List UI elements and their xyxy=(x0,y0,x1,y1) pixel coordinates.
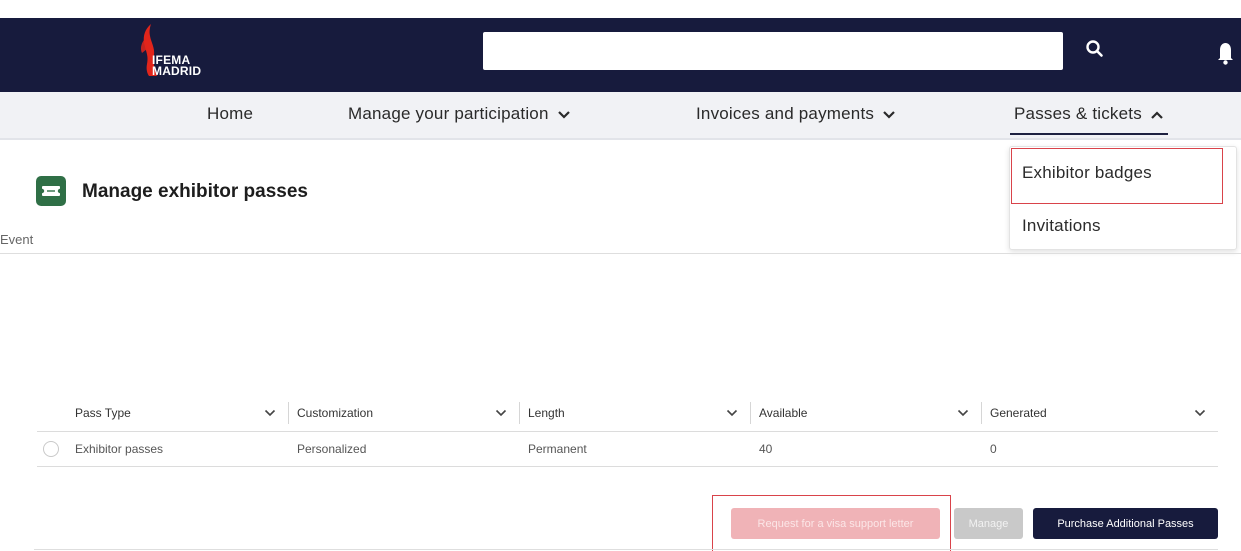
column-header-label: Generated xyxy=(990,406,1047,420)
visa-support-letter-button[interactable]: Request for a visa support letter xyxy=(731,508,940,539)
chevron-down-icon xyxy=(495,409,507,417)
column-header-label: Customization xyxy=(297,406,374,420)
logo-wordmark: IFEMA MADRID xyxy=(152,54,202,78)
logo-line-2: MADRID xyxy=(152,64,202,78)
cell-text: Personalized xyxy=(297,442,367,456)
cell-text: 0 xyxy=(990,442,997,456)
passes-table: Pass Type Customization Length Available… xyxy=(37,395,1218,467)
active-nav-underline xyxy=(1010,133,1168,135)
column-header-pass-type[interactable]: Pass Type xyxy=(37,395,289,432)
bell-icon xyxy=(1218,43,1233,65)
chevron-down-icon xyxy=(1194,409,1206,417)
chevron-down-icon xyxy=(883,110,895,119)
chevron-down-icon xyxy=(957,409,969,417)
event-label: Event xyxy=(0,232,34,247)
table-header-row: Pass Type Customization Length Available… xyxy=(37,395,1218,432)
cell-generated: 0 xyxy=(982,431,1218,467)
nav-home[interactable]: Home xyxy=(207,104,253,124)
search-button[interactable] xyxy=(1080,35,1110,65)
column-header-customization[interactable]: Customization xyxy=(289,395,520,432)
nav-manage-participation-label: Manage your participation xyxy=(348,104,549,123)
row-select-radio[interactable] xyxy=(43,441,59,457)
event-divider xyxy=(0,253,1241,254)
nav-invoices-payments[interactable]: Invoices and payments xyxy=(696,104,896,124)
search-input[interactable] xyxy=(483,32,1063,70)
search-icon xyxy=(1086,40,1103,57)
table-row[interactable]: Exhibitor passes Personalized Permanent … xyxy=(37,431,1218,467)
cell-customization: Personalized xyxy=(289,431,520,467)
purchase-additional-passes-button[interactable]: Purchase Additional Passes xyxy=(1033,508,1218,539)
page-title: Manage exhibitor passes xyxy=(82,181,308,202)
bottom-divider xyxy=(34,549,1218,550)
nav-passes-tickets[interactable]: Passes & tickets xyxy=(1014,104,1164,124)
nav-invoices-payments-label: Invoices and payments xyxy=(696,104,875,123)
cell-available: 40 xyxy=(751,431,982,467)
column-header-label: Pass Type xyxy=(75,406,131,420)
column-header-label: Length xyxy=(528,406,565,420)
cell-text: Permanent xyxy=(528,442,587,456)
chevron-down-icon xyxy=(557,110,570,119)
column-header-generated[interactable]: Generated xyxy=(982,395,1218,432)
cell-text: 40 xyxy=(759,442,773,456)
nav-home-label: Home xyxy=(207,104,254,123)
notifications-button[interactable] xyxy=(1210,35,1240,69)
ticket-icon xyxy=(36,176,66,206)
menu-item-invitations[interactable]: Invitations xyxy=(1022,216,1101,236)
column-header-label: Available xyxy=(759,406,808,420)
cell-pass-type: Exhibitor passes xyxy=(37,431,289,467)
column-header-length[interactable]: Length xyxy=(520,395,751,432)
chevron-down-icon xyxy=(264,409,276,417)
nav-manage-participation[interactable]: Manage your participation xyxy=(348,104,571,124)
column-header-available[interactable]: Available xyxy=(751,395,982,432)
menu-item-exhibitor-badges[interactable]: Exhibitor badges xyxy=(1022,163,1152,183)
manage-button[interactable]: Manage xyxy=(954,508,1023,539)
chevron-down-icon xyxy=(726,409,738,417)
cell-length: Permanent xyxy=(520,431,751,467)
chevron-up-icon xyxy=(1151,110,1163,119)
cell-text: Exhibitor passes xyxy=(75,442,164,456)
nav-passes-tickets-label: Passes & tickets xyxy=(1014,104,1142,123)
